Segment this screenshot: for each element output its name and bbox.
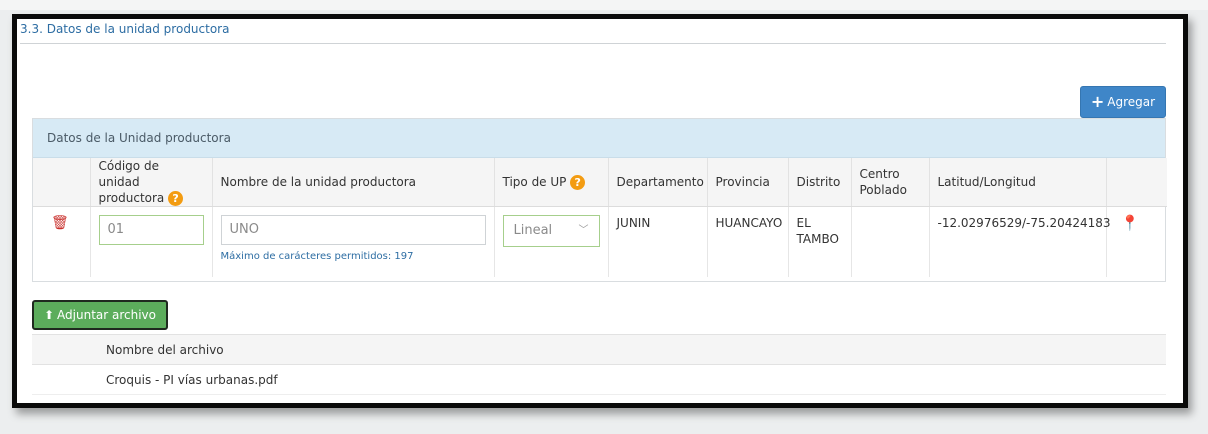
col-centro-poblado: Centro Poblado (851, 158, 930, 207)
cell-latlong: -12.02976529/-75.20424183 (929, 206, 1111, 277)
help-icon[interactable]: ? (570, 175, 586, 190)
section-title: 3.3. Datos de la unidad productora (20, 22, 230, 36)
col-tipo: Tipo de UP ? (494, 158, 609, 207)
attach-file-button[interactable]: ⬆ Adjuntar archivo (32, 300, 168, 330)
cell-map: 📍 (1106, 207, 1167, 277)
cell-tipo: Lineal ﹀ (494, 206, 609, 277)
codigo-input[interactable]: 01 (98, 215, 204, 245)
unidad-productora-table: Datos de la Unidad productora Código de … (32, 118, 1167, 282)
section-divider (20, 43, 1166, 44)
help-icon[interactable]: ? (168, 191, 184, 206)
cell-nombre: UNO Máximo de carácteres permitidos: 197 (212, 206, 495, 277)
col-nombre: Nombre de la unidad productora (212, 158, 495, 207)
chevron-down-icon: ﹀ (578, 225, 589, 236)
list-item[interactable]: Croquis - PI vías urbanas.pdf (32, 365, 1166, 395)
cell-distrito: EL TAMBO (788, 206, 852, 277)
col-tipo-label: Tipo de UP (502, 175, 567, 189)
table-caption: Datos de la Unidad productora (33, 119, 1165, 158)
tipo-select[interactable]: Lineal ﹀ (502, 215, 600, 247)
cell-actions: 🗑 (33, 206, 91, 277)
upload-icon: ⬆ (43, 308, 55, 322)
col-actions (33, 158, 91, 207)
table-row: 🗑 01 UNO Máximo de carácteres permitidos… (33, 206, 1167, 277)
col-provincia: Provincia (707, 158, 789, 207)
data-table: Código de unidad productora ? Nombre de … (33, 158, 1167, 277)
attachments-list: Nombre del archivo Croquis - PI vías urb… (32, 334, 1166, 395)
background-top-strip (0, 0, 1208, 10)
cell-provincia: HUANCAYO (707, 206, 789, 277)
trash-icon[interactable]: 🗑 (41, 215, 69, 231)
add-button[interactable]: + Agregar (1080, 86, 1166, 118)
col-departamento: Departamento (608, 158, 708, 207)
tipo-select-value: Lineal (513, 223, 553, 238)
cell-codigo: 01 (90, 206, 213, 277)
attachments-header: Nombre del archivo (32, 334, 1166, 365)
col-codigo-label: Código de unidad productora (98, 159, 165, 205)
map-pin-icon[interactable]: 📍 (1115, 215, 1140, 231)
cell-centro-poblado (851, 206, 930, 277)
col-codigo: Código de unidad productora ? (90, 158, 213, 207)
plus-icon: + (1090, 92, 1105, 111)
attach-file-label: Adjuntar archivo (57, 308, 157, 322)
col-distrito: Distrito (788, 158, 852, 207)
add-button-label: Agregar (1107, 95, 1156, 109)
nombre-hint: Máximo de carácteres permitidos: 197 (220, 251, 414, 262)
table-header-row: Código de unidad productora ? Nombre de … (33, 158, 1167, 207)
col-latlong: Latitud/Longitud (929, 158, 1107, 207)
nombre-input[interactable]: UNO (220, 215, 486, 245)
col-map (1106, 158, 1167, 207)
cell-departamento: JUNIN (608, 206, 708, 277)
